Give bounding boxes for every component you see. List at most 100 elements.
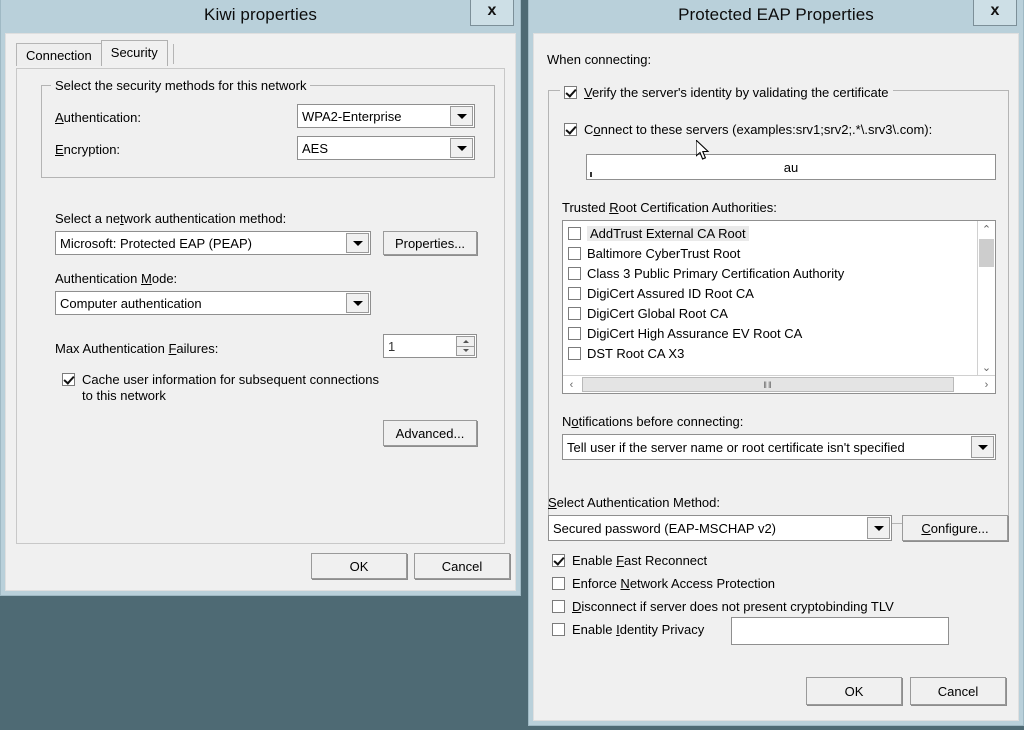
list-item-label: DigiCert Global Root CA xyxy=(587,305,728,321)
listbox-vertical-scrollbar[interactable]: ⌃ ⌄ xyxy=(977,221,995,376)
properties-button[interactable]: Properties... xyxy=(383,231,477,255)
tab-divider xyxy=(172,44,174,64)
security-tab-page: Select the security methods for this net… xyxy=(16,68,505,544)
trusted-roots-items: AddTrust External CA Root Baltimore Cybe… xyxy=(563,221,978,376)
peap-client-area: When connecting: Verify the server's ide… xyxy=(533,33,1019,721)
trusted-roots-label: Trusted Root Certification Authorities: xyxy=(562,200,777,215)
list-item[interactable]: DST Root CA X3 xyxy=(563,343,978,363)
checkbox-icon[interactable] xyxy=(568,346,581,360)
checkbox-icon xyxy=(552,600,565,613)
list-item-label: Class 3 Public Primary Certification Aut… xyxy=(587,265,845,281)
advanced-button[interactable]: Advanced... xyxy=(383,420,477,446)
when-connecting-label: When connecting: xyxy=(547,52,652,67)
verify-server-identity-checkbox[interactable]: Verify the server's identity by validati… xyxy=(560,85,893,101)
peap-title: Protected EAP Properties xyxy=(678,5,874,24)
spinner-up-icon[interactable] xyxy=(456,336,475,347)
identity-privacy-input[interactable] xyxy=(731,617,949,645)
disconnect-cryptobinding-checkbox[interactable]: Disconnect if server does not present cr… xyxy=(552,599,894,615)
scroll-left-icon[interactable]: ‹ xyxy=(563,376,580,393)
network-auth-method-combo[interactable]: Microsoft: Protected EAP (PEAP) xyxy=(55,231,371,255)
configure-button-label: Configure... xyxy=(921,520,989,536)
max-auth-failures-spinner[interactable]: 1 xyxy=(383,334,477,358)
checkbox-icon[interactable] xyxy=(568,326,581,340)
peap-ok-button[interactable]: OK xyxy=(806,677,902,705)
checkbox-icon[interactable] xyxy=(568,306,581,320)
grip-icon: ‖‖ xyxy=(763,379,773,390)
security-methods-group-title: Select the security methods for this net… xyxy=(51,78,311,93)
spinner-down-icon[interactable] xyxy=(456,346,475,356)
notifications-value: Tell user if the server name or root cer… xyxy=(567,439,905,455)
kiwi-titlebar: Kiwi properties x xyxy=(1,0,520,33)
auth-method-combo[interactable]: Secured password (EAP-MSCHAP v2) xyxy=(548,515,892,541)
tab-security[interactable]: Security xyxy=(100,40,168,66)
listbox-horizontal-scrollbar[interactable]: ‹ ‖‖ › xyxy=(563,375,995,393)
scroll-down-icon[interactable]: ⌄ xyxy=(978,359,995,376)
select-auth-method-label: Select Authentication Method: xyxy=(548,495,721,510)
checkbox-icon[interactable] xyxy=(568,246,581,260)
authentication-combo[interactable]: WPA2-Enterprise xyxy=(297,104,475,128)
connect-to-servers-checkbox[interactable]: Connect to these servers (examples:srv1;… xyxy=(564,122,932,138)
text-caret xyxy=(590,172,592,177)
scroll-right-icon[interactable]: › xyxy=(978,376,995,393)
authentication-mode-combo[interactable]: Computer authentication xyxy=(55,291,371,315)
list-item[interactable]: Class 3 Public Primary Certification Aut… xyxy=(563,263,978,283)
notifications-combo[interactable]: Tell user if the server name or root cer… xyxy=(562,434,996,460)
close-icon[interactable]: x xyxy=(973,0,1017,26)
scroll-up-icon[interactable]: ⌃ xyxy=(978,221,995,238)
checkbox-icon xyxy=(552,577,565,590)
peap-titlebar: Protected EAP Properties x xyxy=(529,0,1023,33)
checkbox-icon[interactable] xyxy=(568,286,581,300)
kiwi-properties-window: Kiwi properties x Connection Security Se… xyxy=(0,0,521,596)
list-item-label: Baltimore CyberTrust Root xyxy=(587,245,741,261)
advanced-button-label: Advanced... xyxy=(395,425,465,441)
kiwi-client-area: Connection Security Select the security … xyxy=(5,33,516,591)
horizontal-scroll-thumb[interactable]: ‖‖ xyxy=(582,377,954,392)
checkbox-icon[interactable] xyxy=(568,226,581,240)
servers-input-value: au xyxy=(783,159,799,175)
trusted-roots-listbox[interactable]: AddTrust External CA Root Baltimore Cybe… xyxy=(562,220,996,394)
kiwi-title: Kiwi properties xyxy=(204,5,317,24)
horizontal-scroll-track[interactable]: ‖‖ xyxy=(580,377,978,392)
security-methods-group: Select the security methods for this net… xyxy=(41,78,495,178)
enable-fast-reconnect-checkbox[interactable]: Enable Fast Reconnect xyxy=(552,553,707,569)
list-item[interactable]: DigiCert High Assurance EV Root CA xyxy=(563,323,978,343)
network-auth-method-label: Select a network authentication method: xyxy=(55,211,287,226)
close-icon[interactable]: x xyxy=(470,0,514,26)
peap-ok-label: OK xyxy=(844,683,864,699)
vertical-scroll-thumb[interactable] xyxy=(979,239,994,267)
chevron-down-icon xyxy=(450,138,473,158)
configure-button[interactable]: Configure... xyxy=(902,515,1008,541)
list-item[interactable]: DigiCert Global Root CA xyxy=(563,303,978,323)
chevron-down-icon xyxy=(867,517,890,539)
servers-input[interactable]: au xyxy=(586,154,996,180)
cache-user-info-checkbox[interactable]: Cache user information for subsequent co… xyxy=(62,372,392,404)
notifications-label: Notifications before connecting: xyxy=(562,414,744,429)
enable-identity-privacy-checkbox[interactable]: Enable Identity Privacy xyxy=(552,622,704,638)
authentication-value: WPA2-Enterprise xyxy=(302,108,402,124)
network-auth-method-value: Microsoft: Protected EAP (PEAP) xyxy=(60,235,252,251)
kiwi-ok-button[interactable]: OK xyxy=(311,553,407,579)
kiwi-tabstrip: Connection Security xyxy=(16,40,174,66)
checkbox-icon xyxy=(62,373,75,386)
checkbox-icon xyxy=(564,86,577,99)
kiwi-ok-label: OK xyxy=(349,558,369,574)
max-auth-failures-value: 1 xyxy=(388,338,396,354)
tab-connection[interactable]: Connection xyxy=(16,43,102,66)
list-item[interactable]: DigiCert Assured ID Root CA xyxy=(563,283,978,303)
list-item[interactable]: Baltimore CyberTrust Root xyxy=(563,243,978,263)
list-item-label: DST Root CA X3 xyxy=(587,345,685,361)
list-item-label: DigiCert High Assurance EV Root CA xyxy=(587,325,803,341)
spinner-buttons[interactable] xyxy=(456,336,475,356)
encryption-combo[interactable]: AES xyxy=(297,136,475,160)
kiwi-cancel-button[interactable]: Cancel xyxy=(414,553,510,579)
checkbox-icon[interactable] xyxy=(568,266,581,280)
list-item[interactable]: AddTrust External CA Root xyxy=(563,223,978,243)
chevron-down-icon xyxy=(346,233,369,253)
chevron-down-icon xyxy=(971,436,994,458)
list-item-label: AddTrust External CA Root xyxy=(587,225,749,241)
peap-cancel-button[interactable]: Cancel xyxy=(910,677,1006,705)
list-item-label: DigiCert Assured ID Root CA xyxy=(587,285,754,301)
enforce-nap-checkbox[interactable]: Enforce Network Access Protection xyxy=(552,576,775,592)
checkbox-icon xyxy=(564,123,577,136)
kiwi-cancel-label: Cancel xyxy=(441,558,483,574)
